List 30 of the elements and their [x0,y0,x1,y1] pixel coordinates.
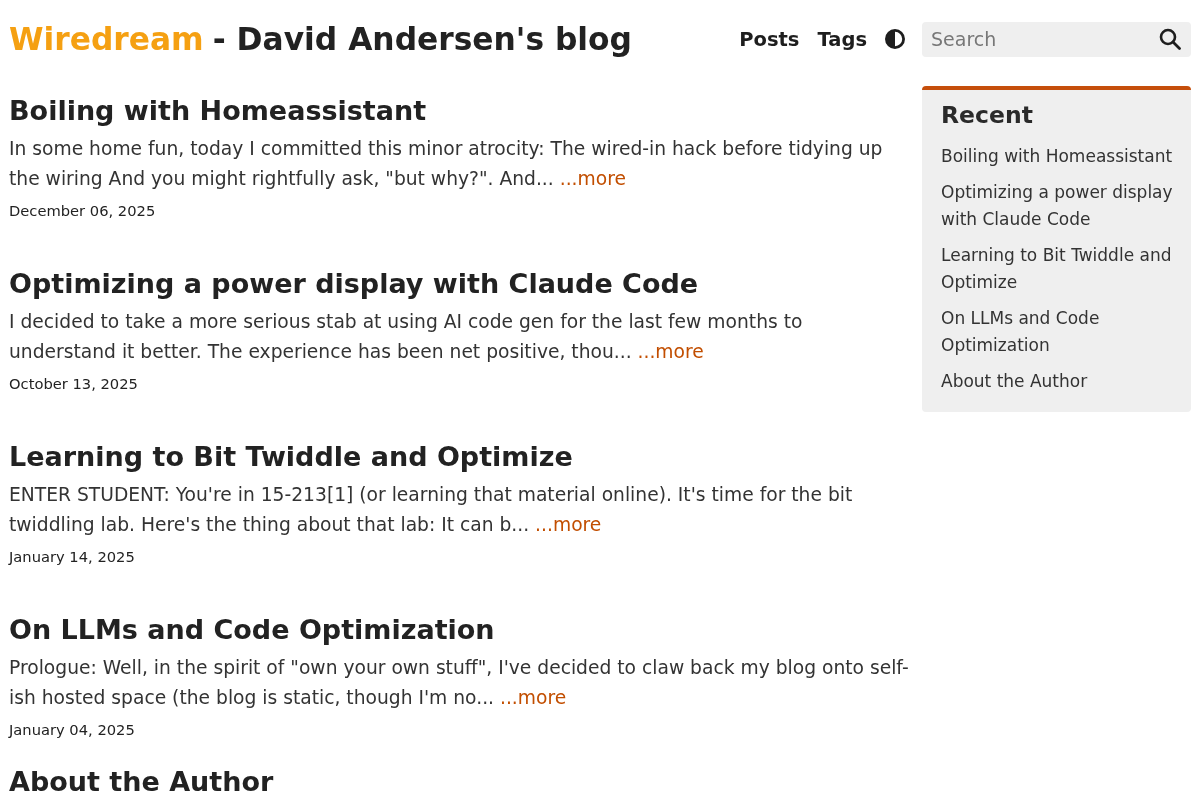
post-title-link[interactable]: Optimizing a power display with Claude Code [9,268,699,299]
recent-post-link[interactable]: On LLMs and Code Optimization [941,305,1175,359]
post-date: October 13, 2025 [9,374,139,394]
post-excerpt: ENTER STUDENT: You're in 15-213[1] (or learning that material online). It's time for the bit twiddling lab. Here's the thing about that lab: It can b... ...more [9,483,854,537]
post-date: January 14, 2025 [9,547,136,567]
post-date: December 06, 2025 [9,201,157,221]
theme-toggle-button[interactable] [885,29,905,49]
read-more-link[interactable]: ...more [499,687,567,708]
post-excerpt: I decided to take a more serious stab at using AI code gen for the last few months to understand it better. The experience has been net positive, thou... ...more [9,310,804,364]
read-more-link[interactable]: ...more [637,341,704,362]
post-title-link[interactable]: Boiling with Homeassistant [9,95,427,126]
recent-post-link[interactable]: Learning to Bit Twiddle and Optimize [941,242,1175,296]
post-title-link[interactable]: Learning to Bit Twiddle and Optimize [9,441,573,472]
recent-post-link[interactable]: About the Author [941,368,1088,395]
search-icon[interactable] [1159,28,1181,50]
recent-post-link[interactable]: Boiling with Homeassistant [941,143,1173,170]
contrast-icon [885,29,905,49]
recent-heading: Recent [941,100,1033,131]
post-excerpt: Prologue: Well, in the spirit of "own your own stuff", I've decided to claw back my blog onto self-ish hosted space (the blog is static, though I'm no... ...more [9,656,909,710]
post-title-link[interactable]: About the Author [9,766,274,797]
search-field[interactable]: Search [922,21,1191,57]
recent-post-link[interactable]: Optimizing a power display with Claude Code [941,179,1175,233]
post-title-link[interactable]: On LLMs and Code Optimization [9,614,495,645]
post-excerpt: In some home fun, today I committed this minor atrocity: The wired-in hack before tidying up the wiring And you might rightfully ask, "but why?". And... ...more [9,137,884,191]
nav-link[interactable]: Tags [817,27,867,51]
nav-link[interactable]: Posts [739,27,800,51]
read-more-link[interactable]: ...more [535,514,602,535]
read-more-link[interactable]: ...more [559,168,626,189]
post-date: January 04, 2025 [9,720,136,740]
blog-title: - David Andersen's blog [212,20,632,59]
